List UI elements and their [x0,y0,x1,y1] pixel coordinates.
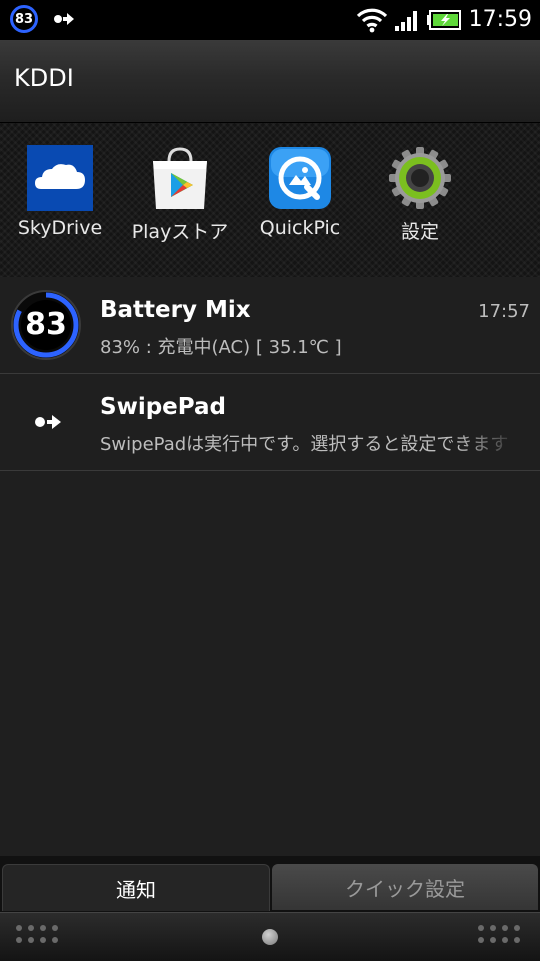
carrier-name: KDDI [14,64,74,92]
notification-time: 17:57 [478,301,530,322]
carrier-header: KDDI [0,40,540,122]
panel-drag-handle[interactable] [0,912,540,961]
settings-gear-icon [389,147,451,209]
tab-notifications[interactable]: 通知 [2,864,270,911]
shortcut-quickpic[interactable]: QuickPic [240,145,360,265]
swipepad-status-icon [54,13,74,25]
shortcut-label: Playストア [131,221,229,243]
skydrive-cloud-icon [27,145,93,211]
notification-battery-mix[interactable]: 83 Battery Mix 83% : 充電中(AC) [ 35.1℃ ] 1… [0,277,540,374]
notification-title: Battery Mix [100,297,251,323]
shortcut-settings[interactable]: 設定 [360,145,480,265]
clock: 17:59 [468,7,532,32]
notification-text: 83% : 充電中(AC) [ 35.1℃ ] [100,337,342,358]
notification-panel-tabs: 通知 クイック設定 [0,856,540,912]
quickpic-icon [269,147,331,209]
play-store-icon [153,147,207,209]
handle-knob[interactable] [262,929,278,945]
battery-mix-status-icon: 83 [10,5,38,33]
notification-swipepad[interactable]: SwipePad SwipePadは実行中です。選択すると設定できます [0,374,540,471]
wifi-icon [356,8,388,33]
shortcut-skydrive[interactable]: SkyDrive [0,145,120,265]
battery-mix-icon-value: 83 [25,307,67,342]
tab-quick-settings[interactable]: クイック設定 [272,864,538,910]
app-shortcuts-row: SkyDrive Playストア QuickPic 設定 [0,122,540,278]
status-bar: 83 17:59 [0,0,540,40]
shortcut-label: SkyDrive [17,217,103,239]
shortcut-label: QuickPic [259,217,341,239]
battery-mix-status-value: 83 [14,11,34,27]
notification-title: SwipePad [100,394,226,420]
swipepad-arrow-icon [35,415,61,429]
battery-charging-icon [427,10,461,30]
notification-text: SwipePadは実行中です。選択すると設定できます [100,434,509,455]
shortcut-play-store[interactable]: Playストア [120,145,240,265]
signal-strength-icon [395,11,417,31]
shortcut-label: 設定 [400,221,439,243]
